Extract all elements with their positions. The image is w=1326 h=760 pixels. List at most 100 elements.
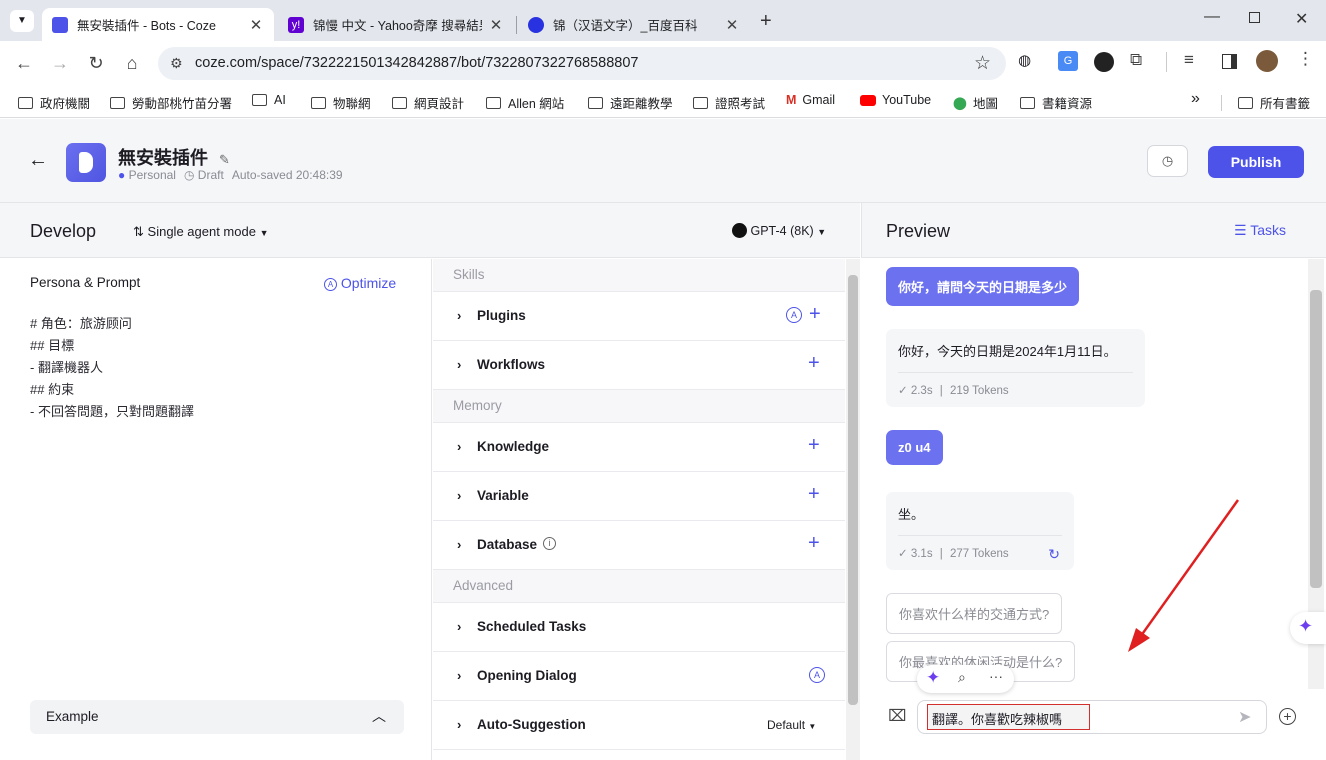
suggestion-chip[interactable]: 你喜欢什么样的交通方式?: [886, 593, 1063, 634]
clear-chat-broom-icon[interactable]: ⌧: [888, 706, 906, 726]
agent-mode-dropdown[interactable]: ⇅ Single agent mode ▼: [133, 224, 269, 240]
coze-favicon-icon: [52, 16, 68, 33]
tasks-list-icon: ☰: [1234, 222, 1247, 238]
bookmark-books[interactable]: 書籍資源: [1020, 93, 1092, 112]
add-database-icon[interactable]: +: [808, 532, 820, 555]
browser-menu-icon[interactable]: ⋮: [1297, 49, 1314, 69]
plugins-label: Plugins: [477, 308, 526, 323]
bookmark-labor[interactable]: 勞動部桃竹苗分署: [110, 93, 232, 112]
sparkle-icon[interactable]: ✦: [926, 668, 940, 688]
search-icon[interactable]: ⌕: [958, 669, 966, 686]
person-icon: ●: [118, 168, 126, 182]
extensions-puzzle-icon[interactable]: ⧉: [1130, 50, 1142, 70]
bookmark-iot[interactable]: 物聯網: [311, 93, 371, 112]
scheduled-tasks-row[interactable]: › Scheduled Tasks: [433, 603, 845, 652]
back-arrow-icon[interactable]: ←: [28, 149, 48, 172]
example-section[interactable]: Example ︿: [30, 700, 404, 734]
edit-icon[interactable]: ✎: [219, 152, 230, 167]
tab-search-button[interactable]: ▼: [10, 10, 34, 32]
advanced-section-header: Advanced: [433, 570, 845, 603]
chat-input[interactable]: 翻譯。你喜歡吃辣椒嗎 ➤: [917, 700, 1267, 734]
close-tab-icon[interactable]: ✕: [724, 16, 740, 34]
add-variable-icon[interactable]: +: [808, 483, 820, 506]
add-knowledge-icon[interactable]: +: [808, 434, 820, 457]
send-icon[interactable]: ➤: [1238, 707, 1251, 727]
tab-baidu[interactable]: 锦（汉语文字）_百度百科 ✕: [518, 8, 750, 41]
close-tab-icon[interactable]: ✕: [248, 16, 264, 34]
folder-icon: [18, 96, 33, 109]
optimize-icon: A: [324, 278, 337, 291]
variable-row[interactable]: › Variable +: [433, 472, 845, 521]
auto-generate-icon[interactable]: A: [809, 667, 825, 683]
auto-suggestion-label: Auto-Suggestion: [477, 717, 586, 732]
tab-yahoo[interactable]: y! 锦慢 中文 - Yahoo奇摩 搜尋結果 ✕: [278, 8, 514, 41]
more-bookmarks-chevron-icon[interactable]: »: [1191, 90, 1200, 108]
bookmark-ai[interactable]: AI: [252, 93, 286, 107]
auto-suggestion-row[interactable]: › Auto-Suggestion Default ▼: [433, 701, 845, 750]
history-button[interactable]: ◷: [1147, 145, 1188, 177]
chat-scrollbar-thumb[interactable]: [1310, 290, 1322, 588]
database-row[interactable]: › Database i +: [433, 521, 845, 570]
reading-list-icon[interactable]: ≡: [1184, 50, 1194, 70]
bookmark-youtube[interactable]: YouTube: [860, 93, 931, 107]
profile-avatar[interactable]: [1256, 50, 1278, 72]
workflows-row[interactable]: › Workflows +: [433, 341, 845, 390]
publish-button[interactable]: Publish: [1208, 146, 1304, 178]
translate-extension-icon[interactable]: G: [1058, 51, 1078, 71]
bookmark-maps[interactable]: ⬤ 地圖: [953, 93, 998, 112]
prompt-line: ## 目標: [30, 338, 75, 353]
back-arrow-icon[interactable]: ←: [12, 51, 36, 75]
prompt-editor[interactable]: # 角色：旅游顾问 ## 目標 - 翻譯機器人 ## 約束 - 不回答問題，只對…: [30, 313, 194, 423]
all-bookmarks[interactable]: 所有書籤: [1238, 93, 1310, 112]
tasks-button[interactable]: ☰ Tasks: [1234, 222, 1286, 239]
add-workflow-icon[interactable]: +: [808, 352, 820, 375]
minimize-window-icon[interactable]: —: [1204, 8, 1220, 26]
side-panel-icon[interactable]: [1222, 54, 1237, 69]
knowledge-row[interactable]: › Knowledge +: [433, 423, 845, 472]
auto-suggestion-dropdown[interactable]: Default ▼: [767, 718, 816, 732]
bookmark-gmail[interactable]: M Gmail: [786, 93, 835, 107]
bookmark-allen[interactable]: Allen 網站: [486, 93, 564, 112]
bookmark-webdesign[interactable]: 網頁設計: [392, 93, 464, 112]
toolbar-divider: [1166, 52, 1167, 72]
bookmark-gov[interactable]: 政府機關: [18, 93, 90, 112]
bookmark-divider: [1221, 95, 1222, 111]
bookmark-certification[interactable]: 證照考試: [693, 93, 765, 112]
chat-input-text[interactable]: 翻譯。你喜歡吃辣椒嗎: [927, 704, 1090, 730]
chevron-up-icon: ︿: [372, 708, 386, 724]
user-message: z0 u4: [886, 430, 943, 465]
auto-add-icon[interactable]: A: [786, 307, 802, 323]
plugins-row[interactable]: › Plugins A +: [433, 292, 845, 341]
personal-badge: ● Personal: [118, 168, 176, 182]
more-options-icon[interactable]: ···: [989, 668, 1003, 684]
maximize-window-icon[interactable]: [1249, 12, 1260, 23]
extension-chat-icon[interactable]: [1094, 52, 1114, 72]
add-attachment-icon[interactable]: +: [1279, 708, 1296, 725]
site-info-icon[interactable]: ⚙: [170, 55, 183, 72]
close-tab-icon[interactable]: ✕: [488, 16, 504, 34]
home-icon[interactable]: ⌂: [120, 51, 144, 75]
forward-arrow-icon[interactable]: →: [48, 51, 72, 75]
bookmark-star-icon[interactable]: ☆: [974, 52, 991, 75]
regenerate-icon[interactable]: ↻: [1048, 546, 1060, 563]
info-icon[interactable]: i: [543, 537, 556, 550]
folder-icon: [588, 96, 603, 109]
tab-title: 锦（汉语文字）_百度百科: [553, 19, 698, 33]
optimize-button[interactable]: A Optimize: [324, 275, 396, 291]
folder-icon: [693, 96, 708, 109]
bot-avatar[interactable]: [66, 143, 106, 182]
add-plugin-icon[interactable]: +: [809, 303, 821, 326]
ai-sparkle-icon[interactable]: ✦: [1290, 612, 1326, 644]
address-bar[interactable]: ⚙ coze.com/space/7322221501342842887/bot…: [158, 47, 1006, 80]
opening-dialog-row[interactable]: › Opening Dialog A: [433, 652, 845, 701]
bookmarks-bar: 政府機關 勞動部桃竹苗分署 AI 物聯網 網頁設計 Allen 網站 遠距離教學…: [0, 85, 1326, 118]
bookmark-distance-learning[interactable]: 遠距離教學: [588, 93, 673, 112]
reload-icon[interactable]: ↻: [84, 51, 108, 75]
develop-title: Develop: [30, 221, 97, 241]
close-window-icon[interactable]: ✕: [1295, 9, 1308, 29]
extension-icon[interactable]: ◍: [1018, 51, 1044, 75]
tab-coze[interactable]: 無安裝插件 - Bots - Coze ✕: [42, 8, 274, 41]
model-dropdown[interactable]: GPT-4 (8K) ▼: [732, 223, 826, 238]
new-tab-plus-icon[interactable]: +: [760, 10, 780, 33]
skills-scrollbar-thumb[interactable]: [848, 275, 858, 705]
